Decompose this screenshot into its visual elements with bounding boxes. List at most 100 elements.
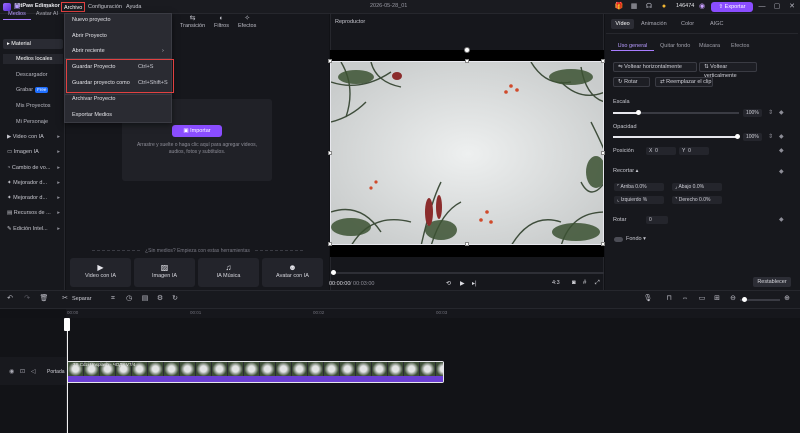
- sidebar-item-image-ia[interactable]: ▭ Imagen IA ▸: [3, 147, 63, 157]
- tab-color[interactable]: Color: [681, 19, 694, 29]
- tab-aigc[interactable]: AIGC: [710, 19, 723, 29]
- tool-image-ai[interactable]: ▨ Imagen IA: [134, 258, 195, 287]
- sidebar-item-resources[interactable]: ▤ Recursos de ... ▸: [3, 208, 63, 218]
- background-toggle[interactable]: [614, 237, 623, 242]
- track-mute-icon[interactable]: ◁: [31, 368, 36, 375]
- zoom-knob[interactable]: [742, 297, 747, 302]
- split-icon[interactable]: ✂: [60, 294, 70, 304]
- position-y[interactable]: Y 0: [679, 147, 709, 155]
- headset-icon[interactable]: ☊: [644, 2, 654, 12]
- opacity-value[interactable]: 100%: [743, 133, 762, 141]
- profile-icon[interactable]: ◉: [697, 2, 707, 12]
- import-button[interactable]: ▣ Importar: [172, 125, 222, 137]
- opacity-slider[interactable]: [613, 136, 739, 138]
- track-visibility-icon[interactable]: ◉: [9, 368, 14, 375]
- keyframe-icon[interactable]: ◆: [779, 133, 784, 140]
- menu-item-open-project[interactable]: Abrir Proyecto: [72, 31, 107, 41]
- crop-left[interactable]: ⌞ Izquierdo %: [614, 196, 664, 204]
- stepper-icon[interactable]: ⇕: [768, 133, 773, 140]
- keyframe-icon[interactable]: ◆: [779, 147, 784, 154]
- tab-video[interactable]: Vídeo: [611, 19, 634, 29]
- tab-animation[interactable]: Animación: [641, 19, 667, 29]
- resize-handle[interactable]: [465, 59, 469, 63]
- scale-slider[interactable]: [613, 112, 739, 114]
- aspect-ratio-select[interactable]: 4:3: [552, 280, 560, 286]
- playhead-handle[interactable]: [64, 318, 70, 331]
- resize-handle[interactable]: [465, 242, 469, 246]
- undo-icon[interactable]: ↶: [5, 294, 15, 304]
- step-forward-icon[interactable]: ▸|: [472, 280, 477, 287]
- delete-icon[interactable]: 🗑: [39, 294, 49, 304]
- tab-filters[interactable]: ◐ Filtros: [214, 15, 229, 29]
- magnet-icon[interactable]: ⊓: [664, 294, 674, 304]
- sidebar-item-improver-1[interactable]: ✦ Mejorador d... ▸: [3, 178, 63, 188]
- ai-tools-icon[interactable]: ⚙: [155, 294, 165, 304]
- sidebar-item-downloader[interactable]: Descargador: [3, 70, 63, 80]
- position-x[interactable]: X 0: [646, 147, 676, 155]
- menu-archivo[interactable]: Archivo: [61, 2, 86, 12]
- sidebar-item-local-media[interactable]: Medios locales: [3, 54, 63, 64]
- playback-progress[interactable]: [330, 272, 604, 274]
- keyframe-icon[interactable]: ◆: [779, 216, 784, 223]
- opacity-knob[interactable]: [735, 134, 740, 139]
- resize-handle[interactable]: [328, 242, 332, 246]
- play-icon[interactable]: ▶: [460, 280, 465, 287]
- sidebar-item-material[interactable]: ▸ Material: [3, 39, 63, 49]
- menu-item-new-project[interactable]: Nuevo proyecto: [72, 15, 111, 25]
- sidebar-item-my-projects[interactable]: Mis Proyectos: [3, 101, 63, 111]
- sidebar-item-record[interactable]: Grabar Free: [3, 85, 63, 95]
- tool-music-ai[interactable]: ♫ IA Música: [198, 258, 259, 287]
- rotate-button[interactable]: ↻ Rotar: [613, 77, 650, 87]
- sidebar-item-my-character[interactable]: Mi Personaje: [3, 117, 63, 127]
- timeline-ruler[interactable]: [66, 309, 800, 318]
- reset-button[interactable]: Restablecer: [753, 277, 791, 287]
- scale-knob[interactable]: [636, 110, 641, 115]
- tab-transition[interactable]: ⇆ Transición: [180, 15, 205, 29]
- grid-icon[interactable]: #: [583, 280, 586, 286]
- export-button[interactable]: ⇧ Exportar: [711, 2, 753, 12]
- crop-top[interactable]: ⌜ Arriba 0.0%: [614, 183, 664, 191]
- scale-value[interactable]: 100%: [743, 109, 762, 117]
- subtab-remove-bg[interactable]: Quitar fondo: [660, 41, 690, 51]
- fit-icon[interactable]: ⊞: [712, 294, 722, 304]
- stepper-icon[interactable]: ⇕: [768, 109, 773, 116]
- step-back-icon[interactable]: ⟲: [446, 280, 451, 287]
- menu-item-open-recent[interactable]: Abrir reciente: [72, 46, 105, 56]
- crop-right[interactable]: ⌝ Derecho 0.0%: [672, 196, 722, 204]
- rotate-clip-icon[interactable]: ↻: [170, 294, 180, 304]
- track-lock-icon[interactable]: ⊡: [20, 368, 25, 375]
- tool-avatar-ai[interactable]: ☻ Avatar con IA: [262, 258, 323, 287]
- resize-handle[interactable]: [328, 151, 332, 155]
- microphone-icon[interactable]: 🎙: [643, 294, 653, 304]
- split-label[interactable]: Separar: [72, 296, 92, 302]
- zoom-in-icon[interactable]: ⊕: [782, 294, 792, 304]
- zoom-out-icon[interactable]: ⊖: [728, 294, 738, 304]
- sidebar-item-smart-edit[interactable]: ✎ Edición Intel... ▸: [3, 224, 63, 234]
- preview-frame[interactable]: [330, 61, 604, 245]
- flip-vertical-button[interactable]: ⇅ Voltear verticalmente: [699, 62, 757, 79]
- speed-icon[interactable]: ◷: [124, 294, 134, 304]
- tab-avatar-ai[interactable]: ☺ Avatar AI: [33, 2, 61, 20]
- calendar-icon[interactable]: ▦: [629, 2, 639, 12]
- rotate-handle[interactable]: [464, 47, 470, 53]
- tab-medios[interactable]: ▣ Medios: [3, 2, 31, 20]
- minimize-icon[interactable]: —: [757, 2, 767, 12]
- redo-icon[interactable]: ↷: [22, 294, 32, 304]
- crop-bottom[interactable]: ⌟ Abajo 0.0%: [672, 183, 722, 191]
- menu-ayuda[interactable]: Ayuda: [124, 2, 144, 12]
- resize-handle[interactable]: [328, 59, 332, 63]
- keyframe-icon[interactable]: ◆: [779, 109, 784, 116]
- playhead-line[interactable]: [67, 318, 68, 433]
- preview-quality-icon[interactable]: ▭: [697, 294, 707, 304]
- sidebar-item-video-ia[interactable]: ▶ Video con IA ▸: [3, 132, 63, 142]
- rotate-value[interactable]: 0: [646, 216, 668, 224]
- maximize-icon[interactable]: ▢: [772, 2, 782, 12]
- subtab-general[interactable]: Uso general: [611, 41, 654, 51]
- tab-effects[interactable]: ✧ Efectos: [238, 15, 256, 29]
- tool-video-ai[interactable]: ▶ Video con IA: [70, 258, 131, 287]
- gift-icon[interactable]: 🎁: [614, 2, 624, 12]
- menu-item-export-media[interactable]: Exportar Medios: [72, 110, 112, 120]
- snapshot-icon[interactable]: ◙: [572, 280, 576, 286]
- replace-clip-button[interactable]: ⇄ Reemplazar el clip: [655, 77, 713, 87]
- link-icon[interactable]: ⇔: [680, 294, 690, 304]
